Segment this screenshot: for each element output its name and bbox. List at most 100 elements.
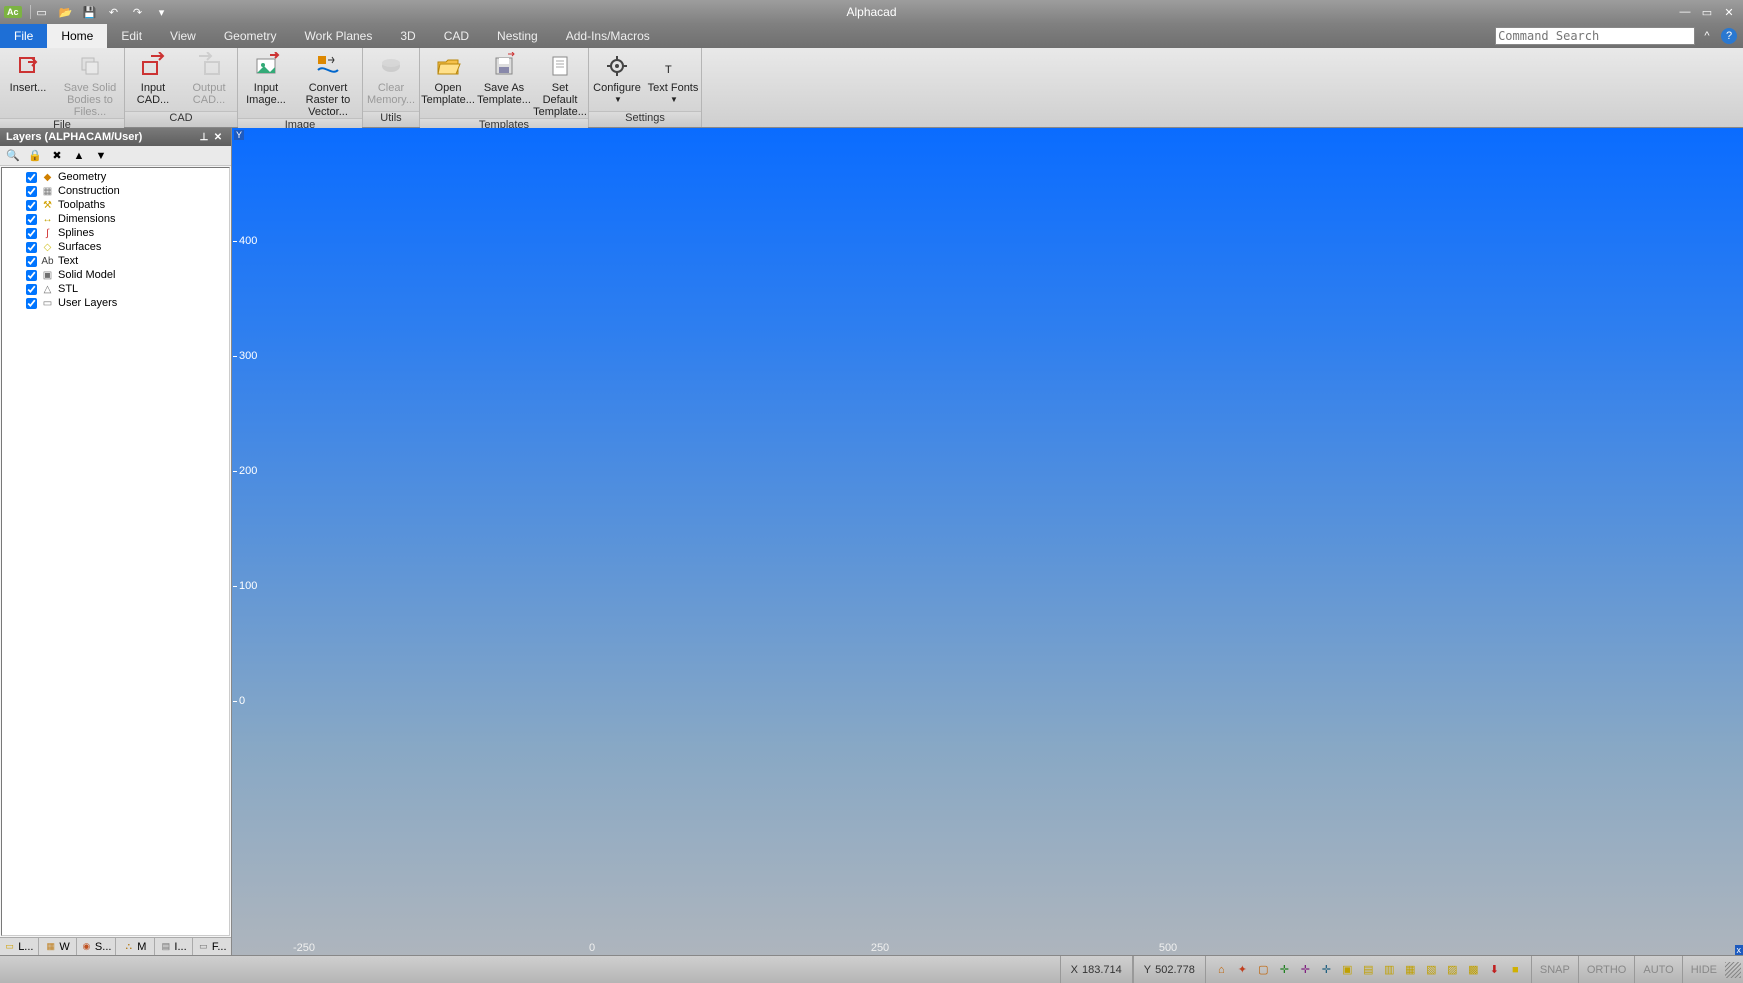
status-axis3d-icon[interactable]: ✦ bbox=[1235, 962, 1250, 977]
x-axis-ruler: -2500250500 bbox=[232, 940, 1743, 954]
layer-row-construction[interactable]: ▦Construction bbox=[2, 184, 229, 198]
help-button[interactable]: ? bbox=[1721, 28, 1737, 44]
close-panel-icon[interactable]: ✕ bbox=[211, 132, 225, 143]
status-axis-xy-icon[interactable]: ✛ bbox=[1277, 962, 1292, 977]
status-v5-icon[interactable]: ▧ bbox=[1424, 962, 1439, 977]
status-axis-xz-icon[interactable]: ✛ bbox=[1298, 962, 1313, 977]
insert-button[interactable]: Insert... bbox=[0, 48, 56, 118]
layer-row-toolpaths[interactable]: ⚒Toolpaths bbox=[2, 198, 229, 212]
drawing-canvas[interactable] bbox=[232, 128, 1743, 955]
panel-tab-info[interactable]: ▤I... bbox=[155, 938, 194, 955]
layer-row-splines[interactable]: ∫Splines bbox=[2, 226, 229, 240]
tab-nesting[interactable]: Nesting bbox=[483, 24, 552, 48]
set-default-template-button[interactable]: Set Default Template... bbox=[532, 48, 588, 118]
configure-icon bbox=[603, 52, 631, 80]
layer-row-geometry[interactable]: ◆Geometry bbox=[2, 170, 229, 184]
layer-row-dimensions[interactable]: ↔Dimensions bbox=[2, 212, 229, 226]
layer-type-icon: ∫ bbox=[41, 227, 54, 240]
status-v7-icon[interactable]: ▩ bbox=[1466, 962, 1481, 977]
layer-visibility-checkbox[interactable] bbox=[26, 172, 37, 183]
tab-work-planes[interactable]: Work Planes bbox=[291, 24, 387, 48]
tab-view[interactable]: View bbox=[156, 24, 210, 48]
open-template-button[interactable]: Open Template... bbox=[420, 48, 476, 118]
panel-tab-machines[interactable]: ⛬M bbox=[116, 938, 155, 955]
qat-redo-icon[interactable]: ↷ bbox=[131, 5, 145, 19]
panel-tab-styles[interactable]: ◉S... bbox=[77, 938, 116, 955]
layer-type-icon: △ bbox=[41, 283, 54, 296]
panel-tab-layers[interactable]: ▭L... bbox=[0, 938, 39, 955]
layer-visibility-checkbox[interactable] bbox=[26, 298, 37, 309]
qat-save-icon[interactable]: 💾 bbox=[83, 5, 97, 19]
tab-home[interactable]: Home bbox=[47, 24, 107, 48]
clear-memory-label: Clear Memory... bbox=[363, 82, 419, 106]
close-button[interactable]: ✕ bbox=[1721, 6, 1737, 19]
layers-down-icon[interactable]: ▼ bbox=[94, 149, 108, 163]
status-toggle-auto[interactable]: AUTO bbox=[1634, 956, 1681, 983]
status-fit-icon[interactable]: ▢ bbox=[1256, 962, 1271, 977]
layer-row-surfaces[interactable]: ◇Surfaces bbox=[2, 240, 229, 254]
layer-visibility-checkbox[interactable] bbox=[26, 242, 37, 253]
ribbon-minimize-button[interactable]: ^ bbox=[1699, 28, 1715, 44]
layer-row-user-layers[interactable]: ▭User Layers bbox=[2, 296, 229, 310]
status-axis-yz-icon[interactable]: ✛ bbox=[1319, 962, 1334, 977]
maximize-button[interactable]: ▭ bbox=[1699, 6, 1715, 19]
canvas-viewport[interactable]: Y x 4003002001000 -2500250500 bbox=[232, 128, 1743, 955]
input-cad-button[interactable]: Input CAD... bbox=[125, 48, 181, 111]
layer-visibility-checkbox[interactable] bbox=[26, 214, 37, 225]
tab-geometry[interactable]: Geometry bbox=[210, 24, 291, 48]
layers-lock-icon[interactable]: 🔒 bbox=[28, 149, 42, 163]
configure-button[interactable]: Configure▼ bbox=[589, 48, 645, 111]
y-axis-ruler: 4003002001000 bbox=[233, 128, 234, 955]
tab-add-ins-macros[interactable]: Add-Ins/Macros bbox=[552, 24, 664, 48]
tab-edit[interactable]: Edit bbox=[107, 24, 156, 48]
status-toggle-ortho[interactable]: ORTHO bbox=[1578, 956, 1635, 983]
qat-dropdown-icon[interactable]: ▾ bbox=[155, 5, 169, 19]
layer-visibility-checkbox[interactable] bbox=[26, 256, 37, 267]
status-v3-icon[interactable]: ▥ bbox=[1382, 962, 1397, 977]
ribbon-group-settings: Configure▼TText Fonts▼Settings bbox=[589, 48, 702, 127]
layer-visibility-checkbox[interactable] bbox=[26, 200, 37, 211]
y-tick: 200 bbox=[233, 465, 257, 477]
qat-new-icon[interactable]: ▭ bbox=[35, 5, 49, 19]
layer-row-stl[interactable]: △STL bbox=[2, 282, 229, 296]
layer-name-label: Surfaces bbox=[58, 241, 101, 253]
layer-visibility-checkbox[interactable] bbox=[26, 186, 37, 197]
resize-grip[interactable] bbox=[1725, 962, 1741, 978]
layer-type-icon: ↔ bbox=[41, 213, 54, 226]
pin-icon[interactable]: ⊥ bbox=[197, 132, 211, 143]
status-v4-icon[interactable]: ▦ bbox=[1403, 962, 1418, 977]
status-home-icon[interactable]: ⌂ bbox=[1214, 962, 1229, 977]
y-tick: 100 bbox=[233, 580, 257, 592]
layers-delete-icon[interactable]: ✖ bbox=[50, 149, 64, 163]
tab-cad[interactable]: CAD bbox=[430, 24, 483, 48]
status-toggle-hide[interactable]: HIDE bbox=[1682, 956, 1725, 983]
panel-tab-files[interactable]: ▭F... bbox=[193, 938, 231, 955]
raster-vector-button[interactable]: Convert Raster to Vector... bbox=[294, 48, 362, 118]
tab-file[interactable]: File bbox=[0, 24, 47, 48]
layer-visibility-checkbox[interactable] bbox=[26, 270, 37, 281]
status-down-icon[interactable]: ⬇ bbox=[1487, 962, 1502, 977]
layer-row-text[interactable]: AbText bbox=[2, 254, 229, 268]
save-as-template-button[interactable]: Save As Template... bbox=[476, 48, 532, 118]
status-stop-icon[interactable]: ■ bbox=[1508, 962, 1523, 977]
qat-undo-icon[interactable]: ↶ bbox=[107, 5, 121, 19]
panel-tab-workplanes[interactable]: ▦W bbox=[39, 938, 78, 955]
status-v2-icon[interactable]: ▤ bbox=[1361, 962, 1376, 977]
command-search-input[interactable] bbox=[1495, 27, 1695, 45]
status-v6-icon[interactable]: ▨ bbox=[1445, 962, 1460, 977]
layers-find-icon[interactable]: 🔍 bbox=[6, 149, 20, 163]
qat-open-icon[interactable]: 📂 bbox=[59, 5, 73, 19]
text-fonts-button[interactable]: TText Fonts▼ bbox=[645, 48, 701, 111]
input-image-button[interactable]: Input Image... bbox=[238, 48, 294, 118]
layers-panel-header[interactable]: Layers (ALPHACAM/User) ⊥ ✕ bbox=[0, 128, 231, 146]
layer-visibility-checkbox[interactable] bbox=[26, 284, 37, 295]
styles-tab-icon: ◉ bbox=[81, 941, 92, 952]
status-v1-icon[interactable]: ▣ bbox=[1340, 962, 1355, 977]
x-tick: 250 bbox=[871, 942, 889, 954]
layers-up-icon[interactable]: ▲ bbox=[72, 149, 86, 163]
layer-visibility-checkbox[interactable] bbox=[26, 228, 37, 239]
layer-row-solid-model[interactable]: ▣Solid Model bbox=[2, 268, 229, 282]
tab-3d[interactable]: 3D bbox=[386, 24, 429, 48]
status-toggle-snap[interactable]: SNAP bbox=[1531, 956, 1578, 983]
minimize-button[interactable]: — bbox=[1677, 6, 1693, 19]
